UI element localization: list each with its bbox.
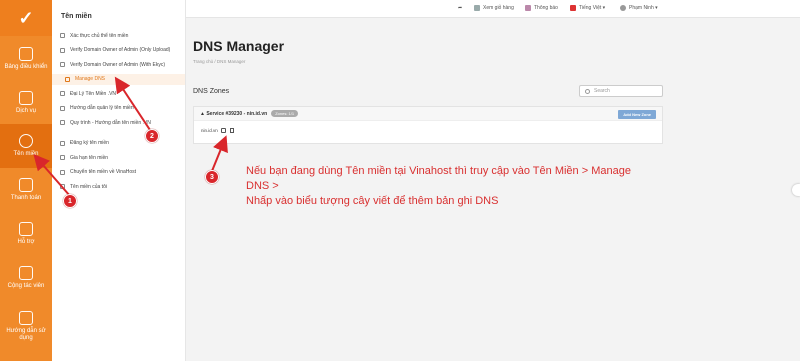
rail-item-label: Hỗ trợ [17,239,35,245]
renew-icon [60,155,65,161]
submenu-item-transfer[interactable]: Chuyển tên miền về VinaHost [52,167,185,179]
user-icon [60,62,65,68]
affiliate-icon [19,266,33,280]
dashboard-icon [19,47,33,61]
pencil-icon[interactable] [220,128,226,133]
rail-item-affiliate[interactable]: Cộng tác viên [0,256,52,300]
submenu-item-manage-dns[interactable]: Manage DNS [52,73,185,85]
service-title: Service #39230 - nin.id.vn [206,110,268,117]
cart-icon [60,140,65,146]
zone-row: nin.id.vn [194,121,662,133]
rail-item-label: Tên miền [13,151,39,157]
add-zone-button[interactable]: Add New Zone [618,110,656,119]
guide-icon [19,310,33,325]
page-title: DNS Manager [193,38,285,54]
search-placeholder: Search [594,88,610,94]
rail-item-label: Hướng dẫn sử dụng [6,327,46,341]
submenu-item-renew[interactable]: Gia hạn tên miền [52,152,185,164]
search-input[interactable]: Search [579,85,663,97]
submenu-item-label: Xác thực chủ thể tên miền [70,32,129,39]
globe-icon [19,134,33,148]
submenu-item-label: Chuyển tên miền về VinaHost [70,169,137,176]
support-icon [19,222,33,236]
transfer-icon [60,169,65,175]
submenu-item-label: Quy trình - Hướng dẫn tên miền .VN [70,119,151,126]
cart-label: Xem giỏ hàng [483,5,514,11]
bell-icon [525,5,531,11]
doc-icon [60,105,65,111]
notifications-label: Thông báo [534,5,558,11]
submenu-item-label: Đăng ký tên miền [70,140,109,147]
globe-icon [60,184,65,190]
submenu-item-vn-process[interactable]: Quy trình - Hướng dẫn tên miền .VN [52,117,185,129]
user-icon [60,47,65,53]
instruction-line-2: Nhấp vào biểu tượng cây viết để thêm bản… [246,195,499,207]
zones-badge: Zones: 1/1 [271,110,299,117]
submenu-item-label: Hướng dẫn quản lý tên miền [70,105,134,112]
language-label: Tiếng Việt [579,5,602,11]
submenu-item-register[interactable]: Đăng ký tên miền [52,138,185,150]
doc-icon [60,120,65,126]
share-icon[interactable]: ➦ [458,5,462,11]
domain-submenu: Tên miền Xác thực chủ thể tên miền Verif… [52,0,186,361]
rail-item-label: Bảng điều khiển [4,64,48,70]
search-icon [585,88,590,94]
app-logo[interactable]: ✓ [0,0,52,36]
dns-icon [65,76,70,82]
submenu-item-verify-owner[interactable]: Xác thực chủ thể tên miền [52,30,185,42]
cart-icon [474,5,480,11]
doc-icon [60,91,65,97]
user-icon [60,33,65,39]
zone-name[interactable]: nin.id.vn [201,128,218,133]
submenu-item-verify-ekyc[interactable]: Verify Domain Owner of Admin (With Ekyc) [52,59,185,71]
submenu-item-label: Verify Domain Owner of Admin (With Ekyc) [70,61,166,68]
rail-item-label: Dịch vụ [15,108,36,114]
page: ✓ Bảng điều khiển Dịch vụ Tên miền Thanh… [0,0,800,361]
flag-icon [570,5,576,11]
step-1-marker: 1 [63,194,77,208]
language-select[interactable]: Tiếng Việt ▾ [570,5,605,11]
rail-item-label: Thanh toán [10,195,42,201]
rail-item-services[interactable]: Dịch vụ [0,82,52,124]
cart-link[interactable]: Xem giỏ hàng [474,5,514,11]
rail-item-support[interactable]: Hỗ trợ [0,212,52,256]
notifications-link[interactable]: Thông báo [525,5,558,11]
submenu-item-label: Đại Lý Tên Miền .VN [70,90,117,97]
step-3-marker: 3 [205,170,219,184]
submenu-item-label: Verify Domain Owner of Admin (Only Uploa… [70,47,171,54]
dns-zones-heading: DNS Zones [193,88,230,95]
submenu-item-verify-upload[interactable]: Verify Domain Owner of Admin (Only Uploa… [52,45,185,57]
rail-item-guide[interactable]: Hướng dẫn sử dụng [0,300,52,352]
services-icon [19,91,33,105]
instruction-text: Nếu bạn đang dùng Tên miền tại Vinahost … [246,164,656,209]
submenu-item-vn-reseller[interactable]: Đại Lý Tên Miền .VN [52,88,185,100]
main-rail: ✓ Bảng điều khiển Dịch vụ Tên miền Thanh… [0,0,52,361]
submenu-item-my-domains[interactable]: Tên miền của tôi [52,181,185,193]
step-2-marker: 2 [145,129,159,143]
instruction-line-1: Nếu bạn đang dùng Tên miền tại Vinahost … [246,165,631,192]
rail-item-label: Cộng tác viên [7,283,45,289]
avatar [620,5,626,11]
floating-help-button[interactable] [792,184,800,196]
submenu-item-label: Tên miền của tôi [70,183,107,190]
submenu-item-manage-guide[interactable]: Hướng dẫn quản lý tên miền [52,103,185,115]
submenu-title: Tên miền [61,13,92,20]
breadcrumb[interactable]: Trang chủ / DNS Manager [193,59,245,64]
service-header[interactable]: ▲ Service #39230 - nin.id.vn Zones: 1/1 … [194,107,662,121]
user-name: Phạm Ninh [629,5,654,11]
rail-item-billing[interactable]: Thanh toán [0,168,52,212]
billing-icon [19,178,33,192]
user-menu[interactable]: Phạm Ninh ▾ [620,5,658,11]
trash-icon[interactable] [229,128,234,133]
rail-item-dashboard[interactable]: Bảng điều khiển [0,36,52,82]
submenu-item-label: Manage DNS [75,76,106,83]
submenu-item-label: Gia hạn tên miền [70,154,109,161]
top-bar: ➦ Xem giỏ hàng Thông báo Tiếng Việt ▾ Ph… [186,0,800,18]
rail-item-domains[interactable]: Tên miền [0,124,52,168]
service-card: ▲ Service #39230 - nin.id.vn Zones: 1/1 … [193,106,663,144]
